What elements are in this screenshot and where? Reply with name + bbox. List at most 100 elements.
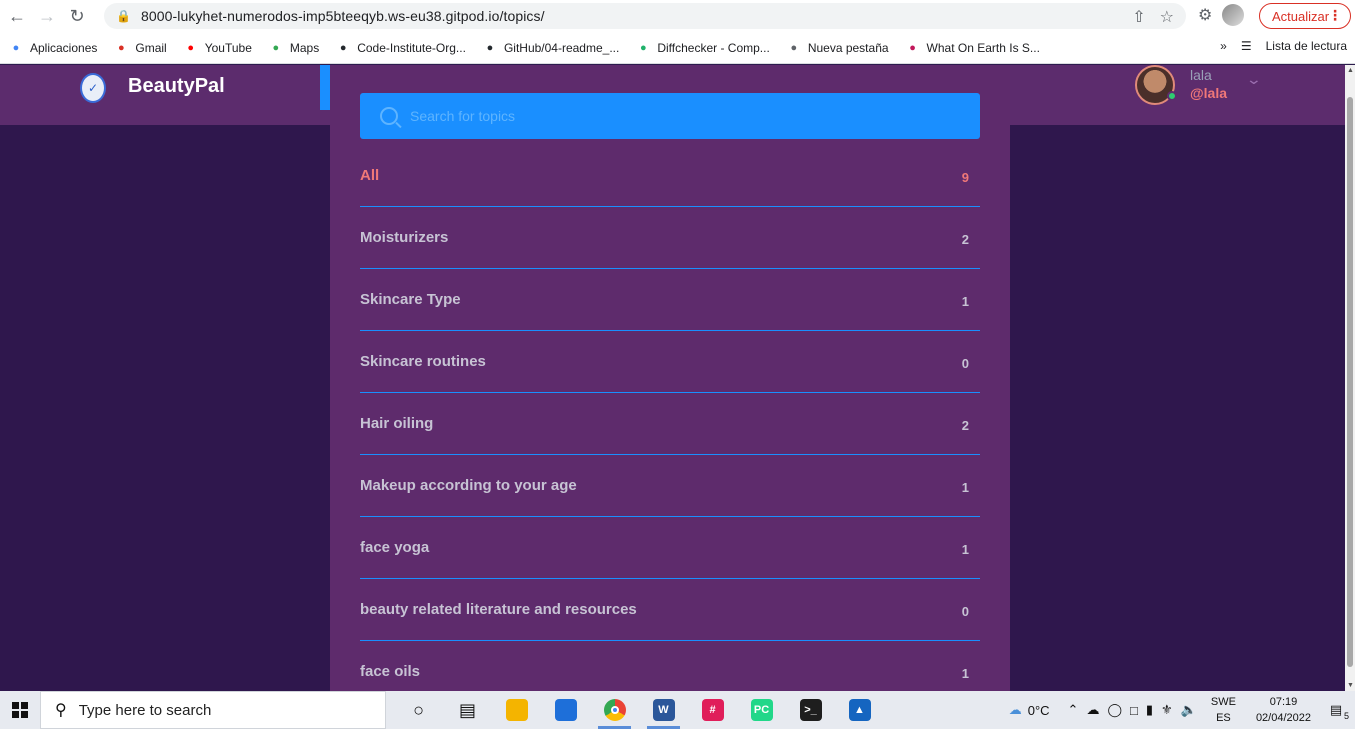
taskbar-app-glyph: # (701, 699, 724, 721)
start-button[interactable] (0, 691, 40, 729)
bookmark-item[interactable]: ● GitHub/04-readme_... (482, 40, 620, 56)
topics-panel: All9Moisturizers2Skincare Type1Skincare … (330, 65, 1010, 691)
topic-name[interactable]: face yoga (360, 539, 429, 556)
back-arrow-icon[interactable]: ← (2, 1, 32, 31)
topic-row[interactable]: face yoga 1 (360, 517, 980, 579)
windows-taskbar: ⚲ Type here to search ○ ▤ W # PC >_ ▲ ☁ 0°C ⌃ … (0, 691, 1355, 729)
topic-name[interactable]: All (360, 167, 379, 184)
user-display-name[interactable]: lala (1190, 67, 1212, 83)
bookmark-item[interactable]: ● Nueva pestaña (786, 40, 889, 56)
slack-icon[interactable]: # (688, 691, 737, 729)
page-viewport: ✓ BeautyPal lala @lala ⌄ All 9 Moisturizer… (0, 65, 1345, 691)
github-icon: ● (339, 41, 347, 54)
bookmark-item[interactable]: ● Code-Institute-Org... (335, 40, 466, 56)
cortana-icon[interactable]: ○ (394, 691, 443, 729)
photos-icon[interactable]: ▲ (835, 691, 884, 729)
update-button[interactable]: Actualizar ⋮ (1259, 3, 1351, 29)
weather-widget[interactable]: ☁ 0°C (1009, 702, 1050, 718)
kebab-menu-icon[interactable]: ⋮ (1328, 7, 1342, 24)
topic-name[interactable]: Skincare routines (360, 353, 486, 370)
topic-row[interactable]: All 9 (360, 145, 980, 207)
terminal-icon[interactable]: >_ (786, 691, 835, 729)
task-view-icon[interactable]: ▤ (443, 691, 492, 729)
taskbar-app-glyph (554, 699, 577, 721)
word-icon[interactable]: W (639, 691, 688, 729)
topic-row[interactable]: Makeup according to your age 1 (360, 455, 980, 517)
topic-row[interactable]: Skincare routines 0 (360, 331, 980, 393)
reload-icon[interactable]: ↻ (62, 1, 92, 31)
topic-name[interactable]: Skincare Type (360, 291, 461, 308)
battery-icon[interactable]: ▮ (1146, 702, 1153, 718)
onedrive-icon[interactable]: ☁ (1086, 702, 1099, 718)
topic-name[interactable]: Hair oiling (360, 415, 433, 432)
reading-list-label[interactable]: Lista de lectura (1266, 39, 1347, 53)
windows-logo-icon (12, 702, 28, 718)
user-handle[interactable]: @lala (1190, 85, 1227, 101)
topic-row[interactable]: Moisturizers 2 (360, 207, 980, 269)
bookmark-item[interactable]: ● YouTube (183, 40, 251, 56)
topic-count: 2 (961, 418, 969, 433)
store-icon[interactable] (541, 691, 590, 729)
profile-avatar-icon[interactable] (1222, 4, 1245, 26)
bookmark-item[interactable]: ● Maps (268, 40, 320, 56)
address-bar[interactable]: 🔒 8000-lukyhet-numerodos-imp5bteeqyb.ws-… (104, 3, 1186, 29)
diffchecker-icon: ● (640, 41, 647, 54)
topic-row[interactable]: Skincare Type 1 (360, 269, 980, 331)
forward-arrow-icon[interactable]: → (32, 1, 62, 31)
scrollbar-thumb[interactable] (1347, 97, 1353, 667)
extensions-puzzle-icon[interactable]: ⚙ (1198, 5, 1212, 25)
topic-name[interactable]: Makeup according to your age (360, 477, 577, 494)
chrome-icon[interactable] (590, 691, 639, 729)
clock-time: 07:19 (1269, 696, 1298, 708)
topic-row[interactable]: face oils 1 (360, 641, 980, 691)
brand-logo-icon[interactable]: ✓ (80, 73, 106, 103)
github-icon: ● (486, 41, 494, 54)
bookmark-item[interactable]: ● Gmail (113, 40, 167, 56)
chevron-up-icon[interactable]: ⌃ (1068, 702, 1079, 718)
notification-glyph: ▤ (1329, 702, 1343, 717)
topic-search-bar (360, 93, 980, 139)
chevron-down-icon[interactable]: ⌄ (1246, 71, 1262, 88)
bookmark-item[interactable]: ● Aplicaciones (8, 40, 98, 56)
topic-name[interactable]: Moisturizers (360, 229, 448, 246)
address-url[interactable]: 8000-lukyhet-numerodos-imp5bteeqyb.ws-eu… (141, 8, 545, 24)
language-indicator[interactable]: SWE ES (1211, 694, 1236, 726)
topic-row[interactable]: beauty related literature and resources 0 (360, 579, 980, 641)
bookmark-star-icon[interactable]: ☆ (1160, 7, 1174, 27)
share-icon[interactable]: ⇧ (1132, 7, 1145, 27)
bookmark-label: Nueva pestaña (807, 40, 889, 55)
page-scrollbar[interactable]: ▲ ▼ (1345, 65, 1355, 691)
topic-row[interactable]: Hair oiling 2 (360, 393, 980, 455)
more-bookmarks-icon[interactable]: » (1220, 39, 1227, 53)
pycharm-icon[interactable]: PC (737, 691, 786, 729)
bookmark-item[interactable]: ● Diffchecker - Comp... (635, 40, 770, 56)
clock[interactable]: 07:19 02/04/2022 (1256, 694, 1311, 726)
notification-center-icon[interactable]: ▤ 5 (1321, 695, 1351, 725)
meet-icon[interactable]: ◯ (1107, 702, 1122, 718)
bookmark-label: What On Earth Is S... (926, 40, 1040, 55)
bookmarks-bar: ● Aplicaciones ● Gmail ● YouTube ● Maps ● Code-In… (0, 32, 1355, 64)
bookmark-item[interactable]: ● What On Earth Is S... (905, 40, 1040, 56)
apps-grid-icon: ● (12, 41, 20, 54)
scroll-down-icon[interactable]: ▼ (1347, 682, 1354, 689)
browser-toolbar: ← → ↻ 🔒 8000-lukyhet-numerodos-imp5bteeq… (0, 0, 1355, 32)
reading-list-icon[interactable]: ☰ (1241, 39, 1252, 53)
lang-top: SWE (1210, 696, 1236, 708)
brand-name[interactable]: BeautyPal (128, 75, 225, 98)
notification-count: 5 (1343, 711, 1349, 721)
taskbar-app-glyph: PC (750, 699, 773, 721)
taskbar-app-glyph: ○ (413, 699, 424, 720)
topic-name[interactable]: face oils (360, 663, 420, 680)
topic-name[interactable]: beauty related literature and resources (360, 601, 637, 618)
bookmark-label: Aplicaciones (30, 40, 98, 55)
file-explorer-icon[interactable] (492, 691, 541, 729)
wifi-icon[interactable]: ⚜ (1161, 702, 1173, 718)
online-status-dot (1167, 91, 1177, 101)
taskbar-search-box[interactable]: ⚲ Type here to search (40, 691, 386, 729)
header-accent-bar (320, 65, 330, 110)
scroll-up-icon[interactable]: ▲ (1347, 67, 1354, 74)
display-icon[interactable]: □ (1130, 703, 1138, 718)
topic-search-input[interactable] (410, 108, 970, 124)
bookmark-label: Maps (289, 40, 320, 55)
speaker-icon[interactable]: 🔈 (1181, 702, 1197, 718)
